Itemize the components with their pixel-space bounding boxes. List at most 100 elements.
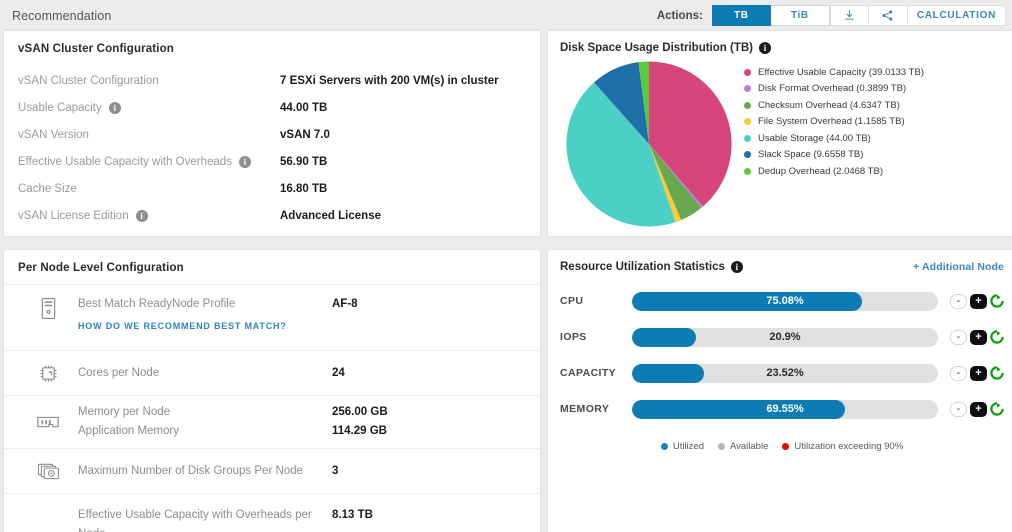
pie-chart: [548, 58, 744, 230]
legend-label: Available: [729, 441, 769, 452]
info-icon[interactable]: i: [135, 209, 148, 222]
table-row: Effective Usable Capacity with Overheads…: [4, 148, 540, 175]
per-node-config-card: Per Node Level Configuration Best Match …: [4, 250, 540, 532]
resource-utilization-card: Resource Utilization Statistics i + Addi…: [548, 250, 1012, 532]
legend-item: Utilization exceeding 90%: [782, 441, 903, 452]
info-icon[interactable]: i: [108, 101, 121, 114]
progress-bar-value: 75.08%: [766, 295, 804, 307]
row-value: 3: [332, 464, 339, 477]
row-label: Cores per Node: [78, 366, 160, 379]
progress-bar: 75.08%: [632, 291, 938, 311]
refresh-button[interactable]: [990, 366, 1004, 380]
legend-item[interactable]: Usable Storage (44.00 TB): [744, 130, 1012, 147]
resource-controls: - +: [950, 293, 1004, 309]
row-value: 7 ESXi Servers with 200 VM(s) in cluster: [280, 74, 499, 87]
legend-item[interactable]: Slack Space (9.6558 TB): [744, 147, 1012, 164]
legend-item[interactable]: Dedup Overhead (2.0468 TB): [744, 163, 1012, 180]
row-value: 256.00 GB: [332, 406, 388, 418]
legend-item[interactable]: Effective Usable Capacity (39.0133 TB): [744, 64, 1012, 81]
legend-color-dot: [782, 443, 790, 450]
table-row: Cores per Node 24: [4, 350, 540, 395]
legend-label: Dedup Overhead (2.0468 TB): [758, 165, 883, 177]
legend-label: Checksum Overhead (4.6347 TB): [758, 99, 900, 111]
row-value: vSAN 7.0: [280, 128, 330, 141]
decrement-button[interactable]: -: [950, 293, 967, 309]
table-row: vSAN Cluster Configuration 7 ESXi Server…: [4, 67, 540, 94]
row-label: Maximum Number of Disk Groups Per Node: [78, 464, 303, 477]
info-icon[interactable]: i: [758, 42, 771, 54]
row-label: Effective Usable Capacity with Overheads…: [78, 509, 312, 532]
increment-button[interactable]: +: [970, 365, 987, 381]
refresh-button[interactable]: [990, 294, 1004, 308]
download-button[interactable]: [829, 5, 869, 26]
row-value: AF-8: [332, 298, 358, 310]
actions-toolbar: Actions: TB TiB CALCULATION: [657, 5, 1006, 26]
disk-space-chart-title: Disk Space Usage Distribution (TB) i: [560, 42, 771, 54]
resource-row: MEMORY 69.55% - +: [548, 391, 1012, 427]
resource-controls: - +: [950, 329, 1004, 345]
calculation-button[interactable]: CALCULATION: [907, 5, 1006, 26]
pie-chart-svg: [566, 61, 732, 227]
row-label: Memory per Node: [78, 406, 171, 418]
disk-groups-icon: [37, 463, 59, 480]
content-grid: vSAN Cluster Configuration vSAN Cluster …: [0, 31, 1012, 532]
refresh-icon: [990, 366, 1004, 380]
row-label: Effective Usable Capacity with Overheads: [18, 155, 232, 168]
legend-item: Utilized: [660, 441, 704, 452]
share-button[interactable]: [868, 5, 908, 26]
decrement-button[interactable]: -: [950, 329, 967, 345]
increment-button[interactable]: +: [970, 293, 987, 309]
memory-icon: [37, 416, 59, 427]
resource-label: CAPACITY: [560, 367, 617, 379]
legend-color-dot: [660, 443, 668, 450]
disk-space-chart-card: Disk Space Usage Distribution (TB) i Eff…: [548, 31, 1012, 236]
legend-label: Utilization exceeding 90%: [794, 441, 904, 452]
legend-item[interactable]: Checksum Overhead (4.6347 TB): [744, 97, 1012, 114]
refresh-button[interactable]: [990, 402, 1004, 416]
row-label: vSAN License Edition: [18, 209, 129, 222]
row-label: Cache Size: [18, 182, 77, 195]
pie-chart-legend: Effective Usable Capacity (39.0133 TB) Di…: [744, 58, 1012, 230]
additional-node-link[interactable]: + Additional Node: [913, 261, 1004, 273]
table-row: vSAN License Edition i Advanced License: [4, 202, 540, 229]
best-match-link[interactable]: HOW DO WE RECOMMEND BEST MATCH?: [78, 321, 287, 331]
unit-tb-button[interactable]: TB: [711, 5, 771, 26]
legend-item[interactable]: Disk Format Overhead (0.3899 TB): [744, 81, 1012, 98]
row-value: 44.00 TB: [280, 101, 328, 114]
increment-button[interactable]: +: [970, 329, 987, 345]
resource-label: MEMORY: [560, 403, 610, 415]
per-node-config-title: Per Node Level Configuration: [18, 262, 184, 274]
vsan-cluster-config-title: vSAN Cluster Configuration: [18, 43, 174, 55]
progress-bar-value: 23.52%: [766, 367, 804, 379]
row-value: 24: [332, 366, 345, 379]
info-icon[interactable]: i: [730, 261, 743, 273]
row-value: Advanced License: [280, 209, 381, 222]
row-label: Usable Capacity: [18, 101, 102, 114]
progress-bar: 23.52%: [632, 363, 938, 383]
row-label-secondary: Application Memory: [78, 425, 179, 437]
cpu-icon: [39, 364, 57, 382]
progress-bar: 20.9%: [632, 327, 938, 347]
left-column: vSAN Cluster Configuration vSAN Cluster …: [4, 31, 540, 532]
resource-rows: CPU 75.08% - + IOPS 20.9% - + CAPACITY 23.52% - + ME…: [548, 283, 1012, 427]
resource-utilization-title: Resource Utilization Statistics i: [560, 261, 743, 273]
decrement-button[interactable]: -: [950, 401, 967, 417]
table-row: Effective Usable Capacity with Overheads…: [4, 493, 540, 532]
share-icon: [882, 10, 893, 21]
legend-color-dot: [744, 151, 751, 159]
progress-bar-value: 20.9%: [769, 331, 801, 343]
increment-button[interactable]: +: [970, 401, 987, 417]
unit-tib-button[interactable]: TiB: [770, 5, 830, 26]
refresh-button[interactable]: [990, 330, 1004, 344]
legend-color-dot: [717, 443, 725, 450]
progress-bar-value: 69.55%: [766, 403, 804, 415]
resource-controls: - +: [950, 365, 1004, 381]
legend-label: Effective Usable Capacity (39.0133 TB): [758, 66, 924, 78]
unit-toggle[interactable]: TB TiB: [711, 5, 830, 26]
info-icon[interactable]: i: [238, 155, 251, 168]
decrement-button[interactable]: -: [950, 365, 967, 381]
top-bar: Recommendation Actions: TB TiB CALCULATI…: [0, 0, 1012, 31]
legend-item[interactable]: File System Overhead (1.1585 TB): [744, 114, 1012, 131]
row-label: vSAN Version: [18, 128, 89, 141]
resource-row: IOPS 20.9% - +: [548, 319, 1012, 355]
